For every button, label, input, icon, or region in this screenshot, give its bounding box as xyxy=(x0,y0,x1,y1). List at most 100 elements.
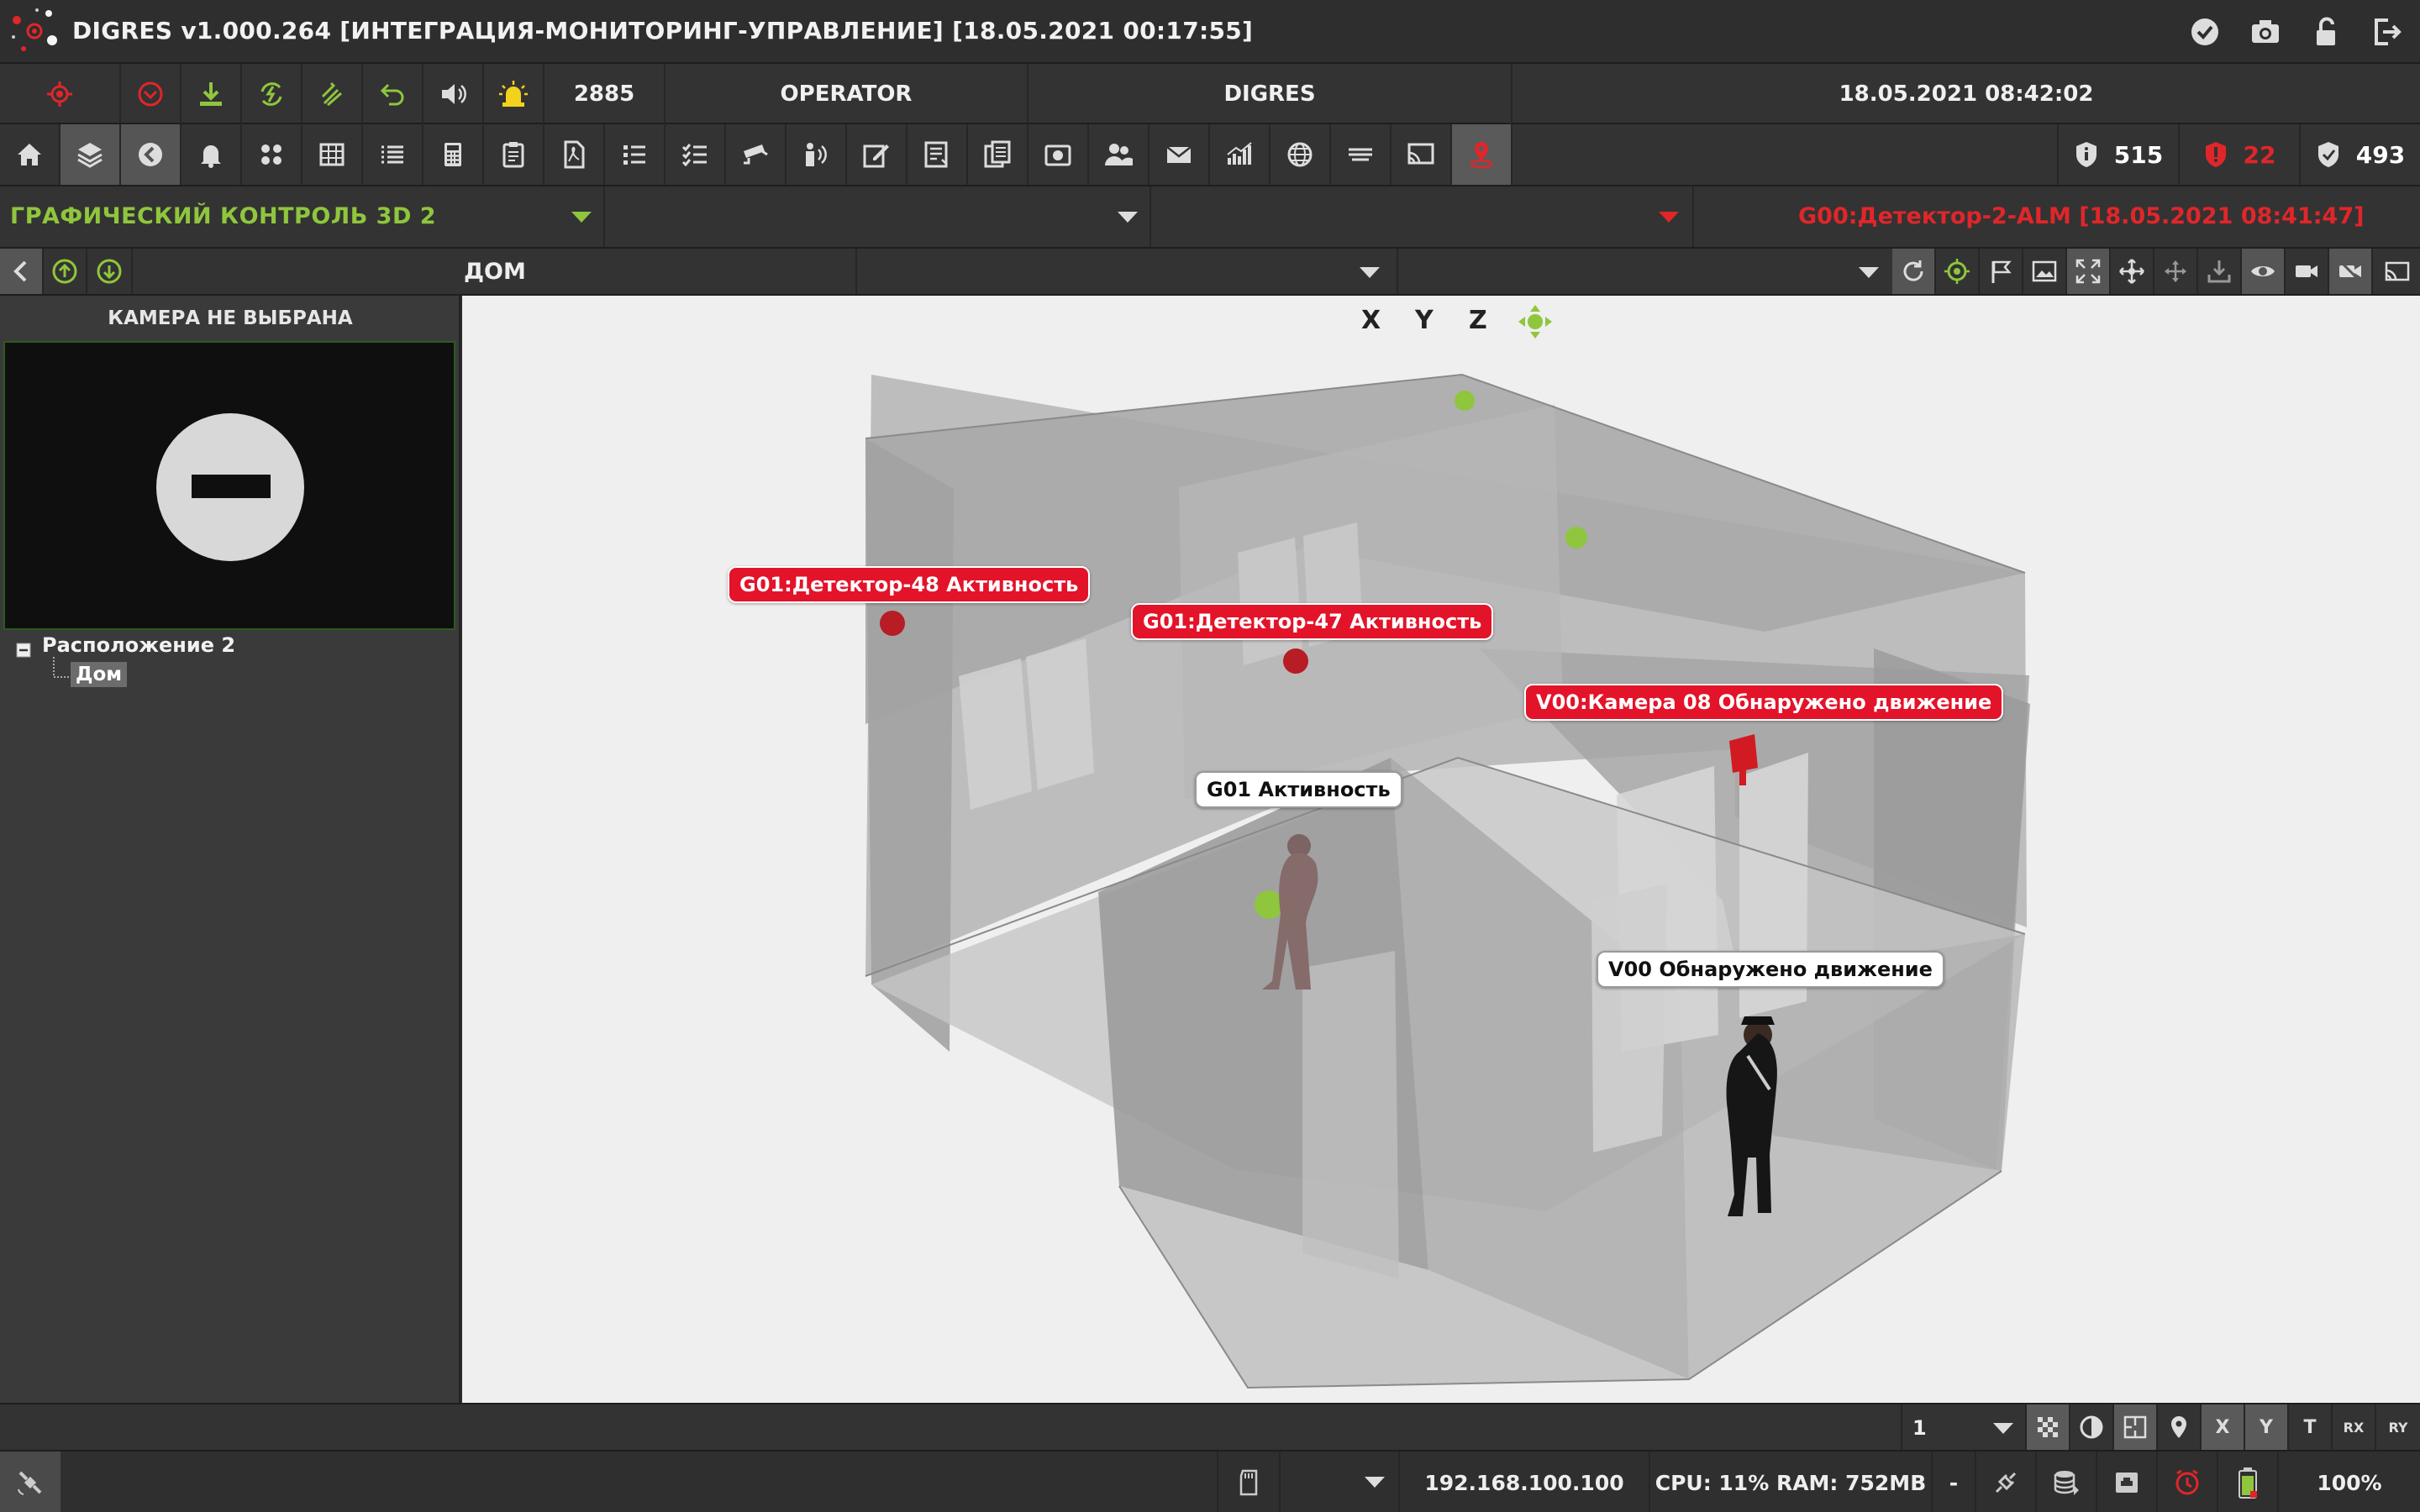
objects-button[interactable] xyxy=(242,124,302,185)
camera-preview[interactable] xyxy=(3,341,455,630)
background-button[interactable] xyxy=(2023,249,2067,294)
contrast-button[interactable] xyxy=(2069,1404,2112,1450)
download-button[interactable] xyxy=(182,64,242,124)
storage-dropdown[interactable] xyxy=(1279,1452,1398,1512)
database-button[interactable] xyxy=(2035,1452,2096,1512)
tree-node-home[interactable]: Дом xyxy=(71,662,128,687)
locate-button[interactable] xyxy=(1936,249,1980,294)
pdf-button[interactable] xyxy=(544,124,605,185)
table-button[interactable] xyxy=(302,124,363,185)
rotate-x-button[interactable]: X xyxy=(2200,1404,2244,1450)
cast-button[interactable] xyxy=(1392,124,1452,185)
collapse-icon[interactable] xyxy=(15,642,32,659)
location-field[interactable]: ДОМ xyxy=(133,249,857,294)
roll-y-button[interactable]: RY xyxy=(2375,1404,2420,1450)
list-button[interactable] xyxy=(363,124,424,185)
axis-y-button[interactable]: Y xyxy=(1415,306,1434,335)
arrow-down-circle-icon xyxy=(97,259,122,284)
storage-button[interactable] xyxy=(1217,1452,1279,1512)
scene-viewport[interactable]: X Y Z G01:Детектор-48 Активность G01:Дет… xyxy=(462,296,2420,1403)
network-button[interactable] xyxy=(2096,1452,2156,1512)
digres-logo-icon xyxy=(12,8,57,51)
roll-x-button[interactable]: RX xyxy=(2331,1404,2375,1450)
checklist-button[interactable] xyxy=(666,124,726,185)
siren-button[interactable] xyxy=(484,64,544,124)
exit-button[interactable] xyxy=(2370,15,2403,49)
tree-node-root[interactable]: Расположение 2 xyxy=(42,633,235,657)
photo-archive-button[interactable] xyxy=(1028,124,1089,185)
checker-toggle-button[interactable] xyxy=(2025,1404,2069,1450)
last-alarm-text[interactable]: G00:Детектор-2-ALM [18.05.2021 08:41:47] xyxy=(1798,203,2364,229)
floor-dropdown[interactable] xyxy=(857,249,1398,294)
page-dropdown[interactable]: 1 xyxy=(1901,1404,2025,1450)
page-number: 1 xyxy=(1912,1416,1927,1440)
screenshot-button[interactable] xyxy=(2249,15,2282,49)
refresh-button[interactable] xyxy=(1892,249,1936,294)
zoom-level[interactable]: 100% xyxy=(2277,1452,2420,1512)
users-button[interactable] xyxy=(1089,124,1150,185)
clipboard-button[interactable] xyxy=(484,124,544,185)
view-selector-bar: ГРАФИЧЕСКИЙ КОНТРОЛЬ 3D 2 G00:Детектор-2… xyxy=(0,186,2420,249)
object-label-g01[interactable]: G01 Активность xyxy=(1195,771,1402,808)
visibility-button[interactable] xyxy=(2242,249,2286,294)
rotate-y-button[interactable]: Y xyxy=(2244,1404,2287,1450)
intercom-button[interactable] xyxy=(786,124,847,185)
view-name: ГРАФИЧЕСКИЙ КОНТРОЛЬ 3D 2 xyxy=(10,203,437,229)
statistics-button[interactable] xyxy=(1210,124,1270,185)
edit-button[interactable] xyxy=(847,124,908,185)
alarm-reset-button[interactable] xyxy=(121,64,182,124)
axis-x-button[interactable]: X xyxy=(1361,306,1381,335)
location-marker-icon xyxy=(2171,1416,2186,1438)
sync-button[interactable] xyxy=(242,64,302,124)
report-button[interactable] xyxy=(908,124,968,185)
floorplan-button[interactable] xyxy=(2112,1404,2156,1450)
top-view-button[interactable]: T xyxy=(2287,1404,2331,1450)
sensor-label-det48[interactable]: G01:Детектор-48 Активность xyxy=(728,566,1091,603)
scene-dropdown[interactable] xyxy=(1398,249,1899,294)
calculator-button[interactable] xyxy=(424,124,484,185)
sensor-label-det47[interactable]: G01:Детектор-47 Активность xyxy=(1131,603,1494,640)
documents-button[interactable] xyxy=(968,124,1028,185)
map-pin-button[interactable] xyxy=(1452,124,1512,185)
alarm-filter-dropdown[interactable] xyxy=(1151,186,1694,247)
move-button[interactable] xyxy=(2111,249,2154,294)
fullscreen-button[interactable] xyxy=(2067,249,2111,294)
cctv-button[interactable] xyxy=(726,124,786,185)
layers-button[interactable] xyxy=(60,124,121,185)
flags-button[interactable] xyxy=(1980,249,2023,294)
sound-button[interactable] xyxy=(424,64,484,124)
confirm-button[interactable] xyxy=(2188,15,2222,49)
separator-button[interactable] xyxy=(1331,124,1392,185)
view-dropdown[interactable]: ГРАФИЧЕСКИЙ КОНТРОЛЬ 3D 2 xyxy=(0,186,605,247)
notifications-button[interactable] xyxy=(182,124,242,185)
acknowledge-button[interactable] xyxy=(302,64,363,124)
alarm-indicator-button[interactable] xyxy=(0,64,121,124)
satellite-button[interactable] xyxy=(0,1452,60,1512)
web-button[interactable] xyxy=(1270,124,1331,185)
orbit-control-icon[interactable] xyxy=(1516,302,1555,341)
nav-back-button[interactable] xyxy=(0,249,44,294)
pan-button[interactable] xyxy=(2154,249,2198,294)
camera-view-button[interactable] xyxy=(2286,249,2329,294)
object-label-v00[interactable]: V00 Обнаружено движение xyxy=(1597,951,1944,988)
nav-up-button[interactable] xyxy=(44,249,87,294)
cast-view-button[interactable] xyxy=(2373,249,2420,294)
sub-view-dropdown[interactable] xyxy=(605,186,1151,247)
logout-icon xyxy=(2375,18,2402,45)
home-button[interactable] xyxy=(0,124,60,185)
bullet-list-button[interactable] xyxy=(605,124,666,185)
import-button[interactable] xyxy=(2198,249,2242,294)
sensor-label-cam08[interactable]: V00:Камера 08 Обнаружено движение xyxy=(1524,684,2004,721)
messages-button[interactable] xyxy=(1150,124,1210,185)
connection-button[interactable] xyxy=(1975,1452,2035,1512)
undo-button[interactable] xyxy=(363,64,424,124)
axis-z-button[interactable]: Z xyxy=(1469,306,1487,335)
nav-down-button[interactable] xyxy=(87,249,133,294)
marker-button[interactable] xyxy=(2156,1404,2200,1450)
camera-off-button[interactable] xyxy=(2329,249,2373,294)
chevron-down-icon xyxy=(1659,212,1679,223)
lock-button[interactable] xyxy=(2309,15,2343,49)
back-button[interactable] xyxy=(121,124,182,185)
scheduler-button[interactable] xyxy=(2156,1452,2217,1512)
scene-options-bar: 1 X Y T RX RY xyxy=(0,1403,2420,1450)
